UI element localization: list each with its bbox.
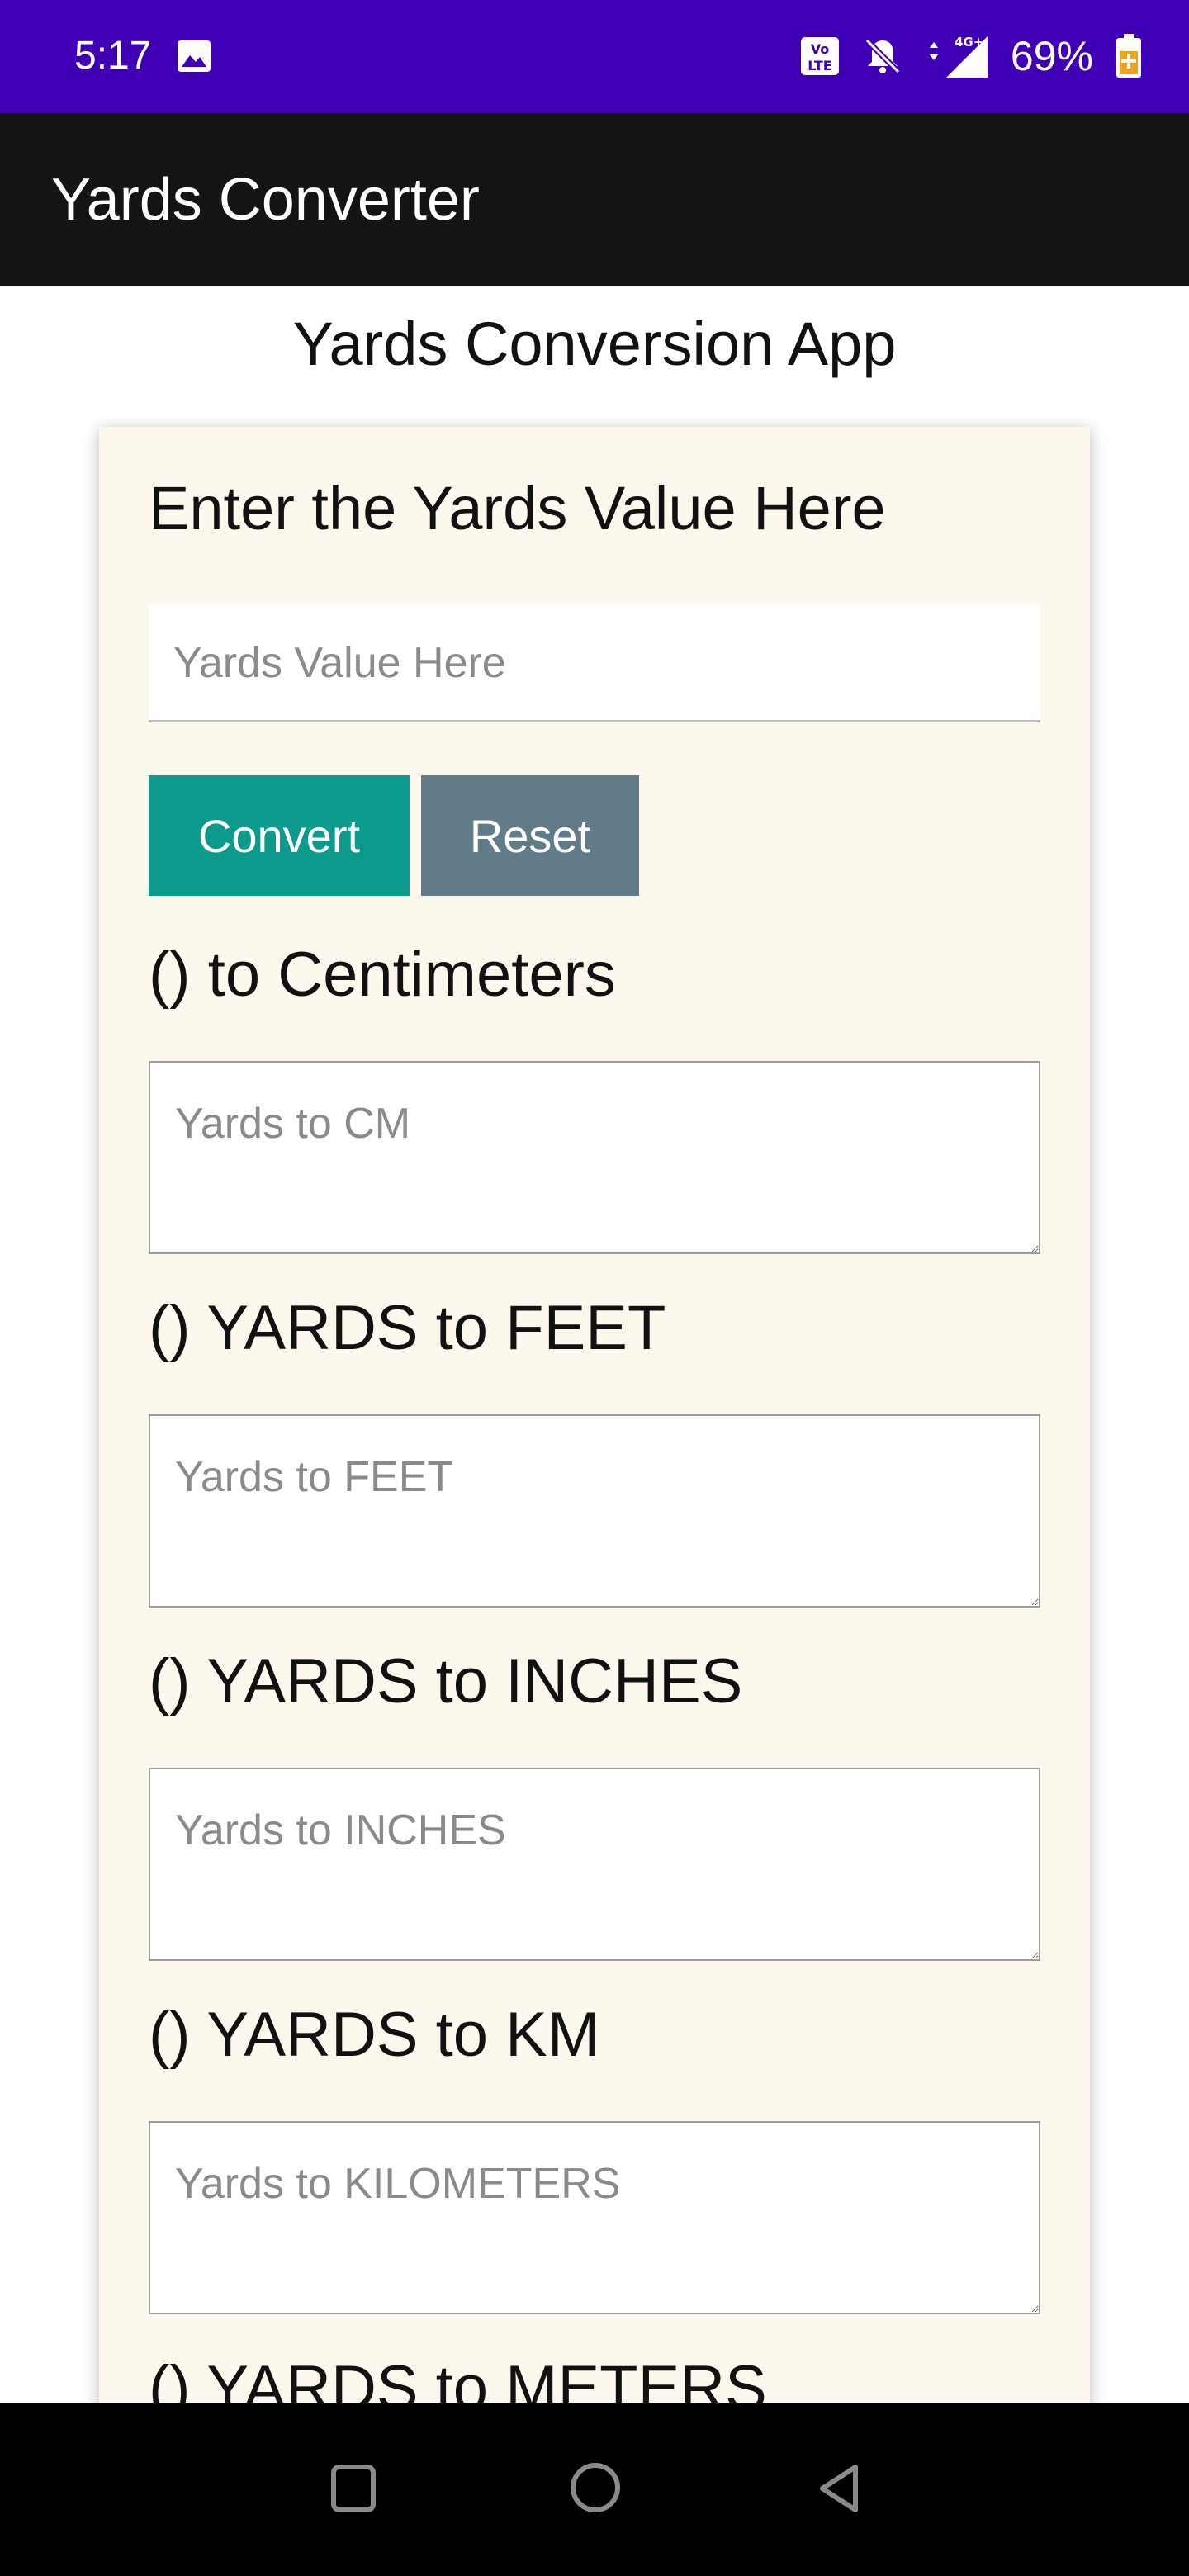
bell-off-icon: [865, 38, 901, 74]
app-title: Yards Converter: [51, 167, 480, 233]
navigation-bar: [0, 2403, 1189, 2576]
yards-input[interactable]: [149, 605, 1040, 722]
image-icon: [178, 40, 211, 72]
card-title: Enter the Yards Value Here: [149, 474, 886, 542]
battery-percent: 69%: [1010, 33, 1093, 79]
status-icons: Vo LTE 4G+ 69%: [799, 30, 1143, 83]
app-bar: Yards Converter: [0, 113, 1189, 286]
km-result-field[interactable]: [149, 2121, 1040, 2314]
volte-icon: Vo LTE: [800, 37, 839, 75]
recents-square-icon[interactable]: [330, 2464, 377, 2513]
cm-result-field[interactable]: [149, 1061, 1040, 1254]
back-triangle-icon[interactable]: [816, 2462, 860, 2515]
converter-card: Enter the Yards Value Here Convert Reset…: [99, 427, 1090, 2423]
battery-charging-icon: [1116, 34, 1141, 78]
inches-label: () YARDS to INCHES: [149, 1646, 743, 1717]
status-time: 5:17: [74, 34, 152, 78]
svg-text:Vo: Vo: [811, 41, 830, 57]
feet-label: () YARDS to FEET: [149, 1293, 666, 1363]
status-bar: 5:17 Vo LTE 4G+ 69%: [0, 0, 1189, 113]
svg-text:LTE: LTE: [808, 58, 831, 73]
convert-button[interactable]: Convert: [149, 775, 410, 896]
cm-label: () to Centimeters: [149, 940, 616, 1010]
reset-button[interactable]: Reset: [421, 775, 639, 896]
feet-result-field[interactable]: [149, 1414, 1040, 1608]
signal-4g-icon: 4G+: [929, 35, 988, 78]
page-heading: Yards Conversion App: [292, 310, 897, 378]
svg-text:4G+: 4G+: [955, 35, 983, 50]
inches-result-field[interactable]: [149, 1768, 1040, 1961]
km-label: () YARDS to KM: [149, 2000, 600, 2070]
home-circle-icon[interactable]: [570, 2462, 621, 2513]
